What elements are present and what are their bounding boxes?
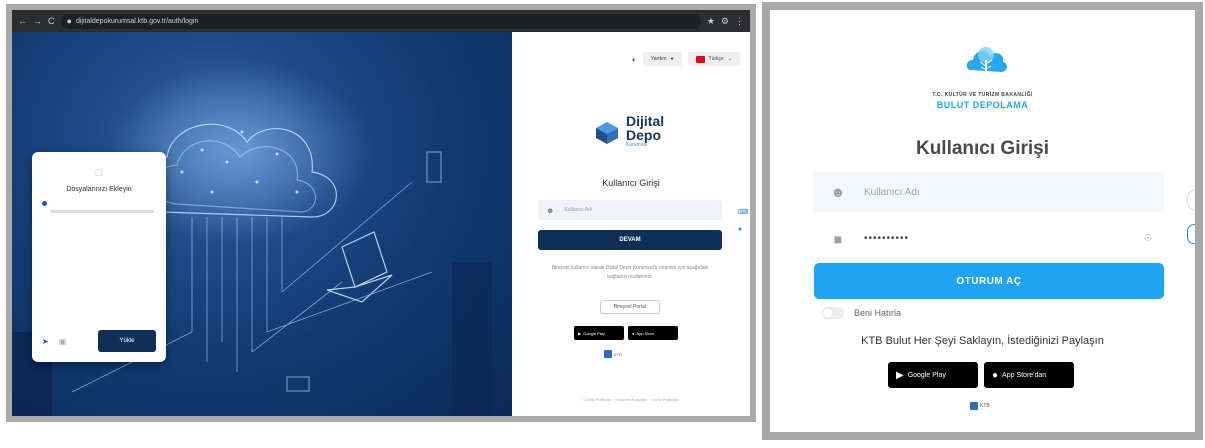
extensions-icon[interactable]: ⚙	[721, 16, 729, 27]
lock-icon: ■	[833, 230, 843, 247]
show-password-icon[interactable]: ☉	[1144, 233, 1152, 244]
footer-links[interactable]: Gizlilik Politikası · Kullanım Koşulları…	[512, 397, 750, 402]
browser-window: ← → C ● dijitaldepokurumsal.ktb.gov.tr/a…	[12, 10, 750, 416]
continue-button[interactable]: DEVAM	[538, 230, 722, 250]
username-input[interactable]: ☻ Kullanıcı Adı	[814, 172, 1164, 212]
help-button[interactable]: Yardım ●	[642, 52, 682, 66]
username-placeholder: Kullanıcı Adı	[564, 207, 593, 213]
user-icon: ☻	[546, 205, 555, 215]
lock-icon: ●	[66, 16, 72, 26]
cloud-login-page: T.C. KÜLTÜR VE TURİZM BAKANLIĞI BULUT DE…	[770, 10, 1195, 432]
menu-icon[interactable]: ⋮	[735, 16, 744, 27]
individual-portal-button[interactable]: Bireysel Portal	[600, 300, 660, 314]
side-accessibility-icon[interactable]	[1187, 224, 1195, 244]
left-screenshot-frame: ← → C ● dijitaldepokurumsal.ktb.gov.tr/a…	[6, 4, 756, 422]
google-play-badge[interactable]: ▶ Google Play	[888, 362, 978, 388]
login-title: Kullanıcı Girişi	[915, 138, 1050, 159]
globe-icon[interactable]: ◐	[632, 55, 637, 64]
depo-box-icon	[596, 122, 618, 144]
folder-icon[interactable]: ▣	[59, 337, 67, 346]
ministry-name: T.C. KÜLTÜR VE TURİZM BAKANLIĞI	[932, 92, 1033, 98]
upload-dialog-card: □ Dosyalarınızı Ekleyin ➤ ▣ Yükle	[32, 152, 166, 362]
turkish-flag-icon	[695, 55, 705, 63]
ktb-footer-logo: KTB	[970, 402, 990, 410]
ktb-footer-logo: KTB	[604, 350, 622, 358]
keyboard-icon[interactable]: ⌨	[738, 208, 748, 216]
play-icon: ▶	[578, 330, 582, 336]
app-store-label: App Store	[636, 330, 655, 336]
ktb-mark-icon	[970, 402, 978, 410]
dijital-depo-logo: Dijital Depo Kurumsal	[592, 114, 664, 148]
app-store-badge[interactable]: ● App Store	[628, 326, 678, 340]
apple-icon: ●	[992, 369, 999, 381]
reload-icon[interactable]: C	[48, 16, 55, 26]
store-badges: ▶ Google Play ● App Store	[574, 326, 678, 340]
remember-me-toggle[interactable]	[822, 307, 844, 319]
remember-me[interactable]: Beni Hatırla	[822, 307, 901, 319]
play-icon: ▶	[896, 369, 904, 381]
help-icon: ●	[670, 56, 674, 62]
app-store-label: App Store'dan	[1002, 371, 1047, 379]
brand-line1: Dijital	[626, 113, 665, 129]
document-icon: □	[95, 167, 103, 179]
brand-line2: Depo	[626, 127, 661, 143]
app-store-badge[interactable]: ● App Store'dan	[984, 362, 1074, 388]
hero-illustration: □ Dosyalarınızı Ekleyin ➤ ▣ Yükle	[12, 32, 512, 416]
password-value: ••••••••••	[864, 233, 910, 244]
browser-toolbar: ← → C ● dijitaldepokurumsal.ktb.gov.tr/a…	[12, 10, 750, 32]
username-input[interactable]: ☻ Kullanıcı Adı	[538, 200, 722, 220]
attach-icon[interactable]: ➤	[42, 337, 49, 346]
upload-dialog-footer: ➤ ▣ Yükle	[42, 330, 156, 352]
file-status-icon	[42, 200, 47, 206]
cloud-tree-logo-icon	[966, 47, 1007, 74]
chevron-down-icon: ⌄	[727, 56, 732, 62]
password-input[interactable]: ■ •••••••••• ☉	[814, 219, 1164, 259]
accessibility-icon[interactable]: ●	[738, 226, 748, 233]
laptop-icon	[326, 231, 393, 303]
back-arrow-icon[interactable]: ←	[18, 16, 27, 26]
google-play-label: Google Play	[583, 330, 605, 336]
ktb-footer-logo-text: KTB	[614, 351, 622, 357]
apple-icon: ●	[632, 330, 635, 336]
address-bar-url: dijitaldepokurumsal.ktb.gov.tr/auth/logi…	[75, 17, 199, 25]
top-controls: ◐ Yardım ● Türkçe ⌄	[632, 52, 740, 66]
user-icon: ☻	[830, 184, 846, 200]
language-select[interactable]: Türkçe ⌄	[687, 52, 740, 66]
file-progress-bar	[50, 210, 154, 213]
individual-note: Bireysel kullanıcı olarak Dijital Depo K…	[551, 265, 709, 280]
forward-arrow-icon[interactable]: →	[33, 16, 42, 26]
store-badges: ▶ Google Play ● App Store'dan	[888, 362, 1074, 388]
help-label: Yardım	[650, 56, 667, 62]
file-row[interactable]	[42, 198, 156, 208]
language-label: Türkçe	[708, 56, 724, 62]
side-icons: ⌨ ●	[738, 208, 748, 233]
tagline: KTB Bulut Her Şeyi Saklayın, İstediğiniz…	[861, 335, 1104, 347]
login-title: Kullanıcı Girişi	[602, 178, 660, 188]
google-play-badge[interactable]: ▶ Google Play	[574, 326, 624, 340]
ktb-mark-icon	[604, 350, 612, 358]
login-panel: ◐ Yardım ● Türkçe ⌄ Dijital Depo Kurumsa…	[512, 32, 750, 416]
username-placeholder: Kullanıcı Adı	[864, 186, 920, 198]
remember-me-label: Beni Hatırla	[854, 308, 902, 318]
address-bar[interactable]: ● dijitaldepokurumsal.ktb.gov.tr/auth/lo…	[60, 13, 701, 29]
sign-in-button[interactable]: OTURUM AÇ	[814, 263, 1164, 299]
upload-button[interactable]: Yükle	[98, 330, 156, 352]
google-play-label: Google Play	[907, 371, 946, 379]
storage-title: BULUT DEPOLAMA	[936, 100, 1029, 110]
side-keyboard-icon[interactable]	[1187, 190, 1195, 210]
right-screenshot-frame: T.C. KÜLTÜR VE TURİZM BAKANLIĞI BULUT DE…	[762, 2, 1203, 440]
star-icon[interactable]: ★	[707, 16, 715, 27]
ktb-footer-logo-text: KTB	[980, 403, 990, 409]
upload-dialog-title: Dosyalarınızı Ekleyin	[66, 186, 132, 193]
